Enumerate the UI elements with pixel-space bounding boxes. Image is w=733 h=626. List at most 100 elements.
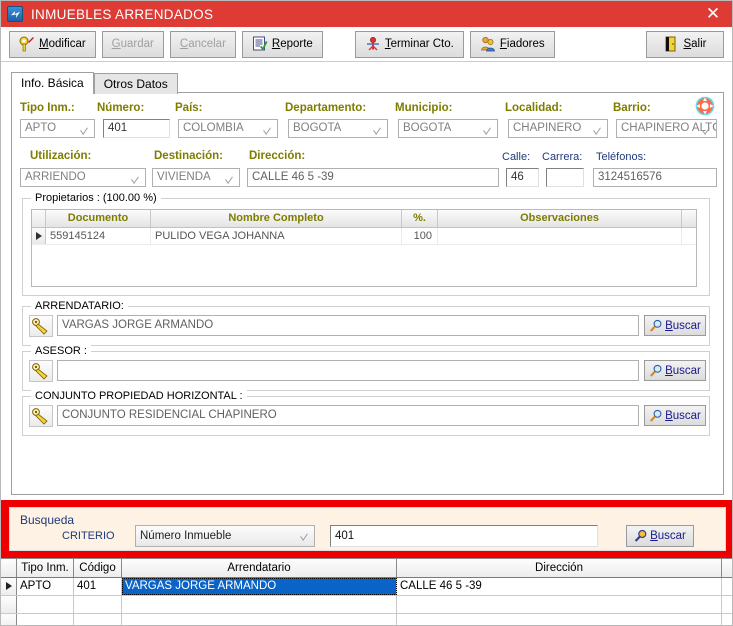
utilizacion-combo[interactable]: ARRIENDO [20,168,146,187]
reporte-label: Reporte [271,38,313,50]
calle-input[interactable]: 46 [506,168,539,187]
cancelar-label: Cancelar [179,38,226,50]
table-row[interactable] [1,614,732,625]
magnifier-icon [649,319,663,333]
municipio-combo[interactable]: BOGOTA [398,119,498,138]
arrendatario-group: ARRENDATARIO: VARGAS JORGE ARMANDO Busca… [22,300,710,346]
exit-door-icon [663,36,679,52]
asesor-buscar-button[interactable]: Buscar [644,360,706,381]
criterio-combo[interactable]: Número Inmueble [135,525,315,547]
table-row[interactable]: 559145124 PULIDO VEGA JOHANNA 100 [32,228,696,245]
busqueda-buscar-button[interactable]: Buscar [626,525,694,547]
departamento-combo[interactable]: BOGOTA [288,119,388,138]
localidad-combo[interactable]: CHAPINERO [508,119,608,138]
results-grid[interactable]: Tipo Inm. Código Arrendatario Dirección … [1,558,732,625]
terminate-contract-icon [365,36,381,52]
fiadores-button[interactable]: Fiadores [469,30,555,58]
asesor-input[interactable] [57,360,639,381]
terminar-cto-button[interactable]: Terminar Cto. [354,30,464,58]
report-checklist-icon [252,36,268,52]
asesor-key-icon[interactable] [29,360,53,382]
conjunto-key-icon[interactable] [29,405,53,427]
arrendatario-key-icon[interactable] [29,315,53,337]
propietarios-grid[interactable]: Documento Nombre Completo %. Observacion… [31,209,697,287]
arrendatario-buscar-label: Buscar [665,319,701,332]
results-row-marker [1,578,17,595]
barrio-combo[interactable]: CHAPINERO ALTᑕ [616,119,717,138]
results-column-codigo[interactable]: Código [74,559,122,577]
results-row-marker [1,596,17,613]
results-cell-empty [74,596,122,613]
close-icon[interactable]: ✕ [702,3,724,25]
arrendatario-buscar-button[interactable]: Buscar [644,315,706,336]
magnifier-icon [649,409,663,423]
pais-combo[interactable]: COLOMBIA [178,119,278,138]
column-porcentaje[interactable]: %. [402,210,438,227]
propietarios-group: Propietarios : (100.00 %) Documento Nomb… [22,192,710,296]
magnifier-search-icon [634,529,648,543]
reporte-button[interactable]: Reporte [241,30,323,58]
conjunto-group-title: CONJUNTO PROPIEDAD HORIZONTAL : [31,390,247,402]
label-departamento: Departamento: [285,102,367,114]
label-calle: Calle: [502,151,531,163]
title-bar: INMUEBLES ARRENDADOS ✕ [1,1,732,27]
label-utilizacion: Utilización: [30,150,92,162]
label-destinacion: Destinación: [154,150,224,162]
column-documento[interactable]: Documento [46,210,151,227]
results-cell-empty [17,614,74,625]
label-barrio: Barrio: [613,102,651,114]
results-column-arrendatario[interactable]: Arrendatario [122,559,397,577]
label-numero: Número: [97,102,145,114]
cell-porcentaje: 100 [402,228,438,244]
table-row[interactable]: APTO 401 VARGAS JORGE ARMANDO CALLE 46 5… [1,578,732,596]
label-carrera: Carrera: [542,151,583,163]
tab-page-info-basica: Tipo Inm.: Número: País: Departamento: M… [11,92,724,495]
lifesaver-help-icon[interactable] [695,96,715,121]
numero-input[interactable]: 401 [103,119,170,138]
results-cell-empty [122,596,397,613]
results-column-direccion[interactable]: Dirección [397,559,722,577]
column-observaciones[interactable]: Observaciones [438,210,682,227]
propietarios-group-title: Propietarios : (100.00 %) [31,192,161,204]
key-pencil-icon [19,36,35,52]
results-cell-direccion: CALLE 46 5 -39 [397,578,722,595]
results-cell-codigo: 401 [74,578,122,595]
tipo-inm-combo[interactable]: APTO [20,119,95,138]
results-row-pad [722,596,732,613]
guardar-button[interactable]: Guardar [101,30,164,58]
results-column-tipo-inm[interactable]: Tipo Inm. [17,559,74,577]
busqueda-query-input[interactable]: 401 [330,525,598,547]
cell-nombre: PULIDO VEGA JOHANNA [151,228,402,244]
direccion-input[interactable]: CALLE 46 5 -39 [247,168,499,187]
tab-strip: Info. Básica Otros Datos [11,72,732,94]
salir-label: Salir [683,38,707,50]
asesor-buscar-label: Buscar [665,364,701,377]
conjunto-propiedad-horizontal-group: CONJUNTO PROPIEDAD HORIZONTAL : CONJUNTO… [22,390,710,436]
asesor-group: ASESOR : Buscar [22,345,710,391]
results-cell-empty [17,596,74,613]
modificar-button[interactable]: Modificar [9,30,96,58]
arrendatario-input[interactable]: VARGAS JORGE ARMANDO [57,315,639,336]
column-nombre-completo[interactable]: Nombre Completo [151,210,402,227]
tab-info-basica[interactable]: Info. Básica [11,72,94,94]
cancelar-button[interactable]: Cancelar [169,30,236,58]
telefonos-input[interactable]: 3124516576 [593,168,717,187]
fiadores-label: Fiadores [499,38,545,50]
app-icon [7,6,23,22]
magnifier-icon [649,364,663,378]
label-pais: País: [175,102,203,114]
label-municipio: Municipio: [395,102,453,114]
busqueda-panel: Busqueda CRITERIO Número Inmueble 401 Bu… [9,507,726,551]
busqueda-title: Busqueda [20,513,75,527]
tab-otros-datos[interactable]: Otros Datos [93,73,178,94]
conjunto-buscar-button[interactable]: Buscar [644,405,706,426]
salir-button[interactable]: Salir [646,30,724,58]
conjunto-input[interactable]: CONJUNTO RESIDENCIAL CHAPINERO [57,405,639,426]
window-title: INMUEBLES ARRENDADOS [31,6,214,22]
terminar-cto-label: Terminar Cto. [384,38,454,50]
table-row[interactable] [1,596,732,614]
modificar-label: Modificar [39,38,86,50]
destinacion-combo[interactable]: VIVIENDA [152,168,240,187]
results-header: Tipo Inm. Código Arrendatario Dirección [1,559,732,578]
carrera-input[interactable] [546,168,584,187]
